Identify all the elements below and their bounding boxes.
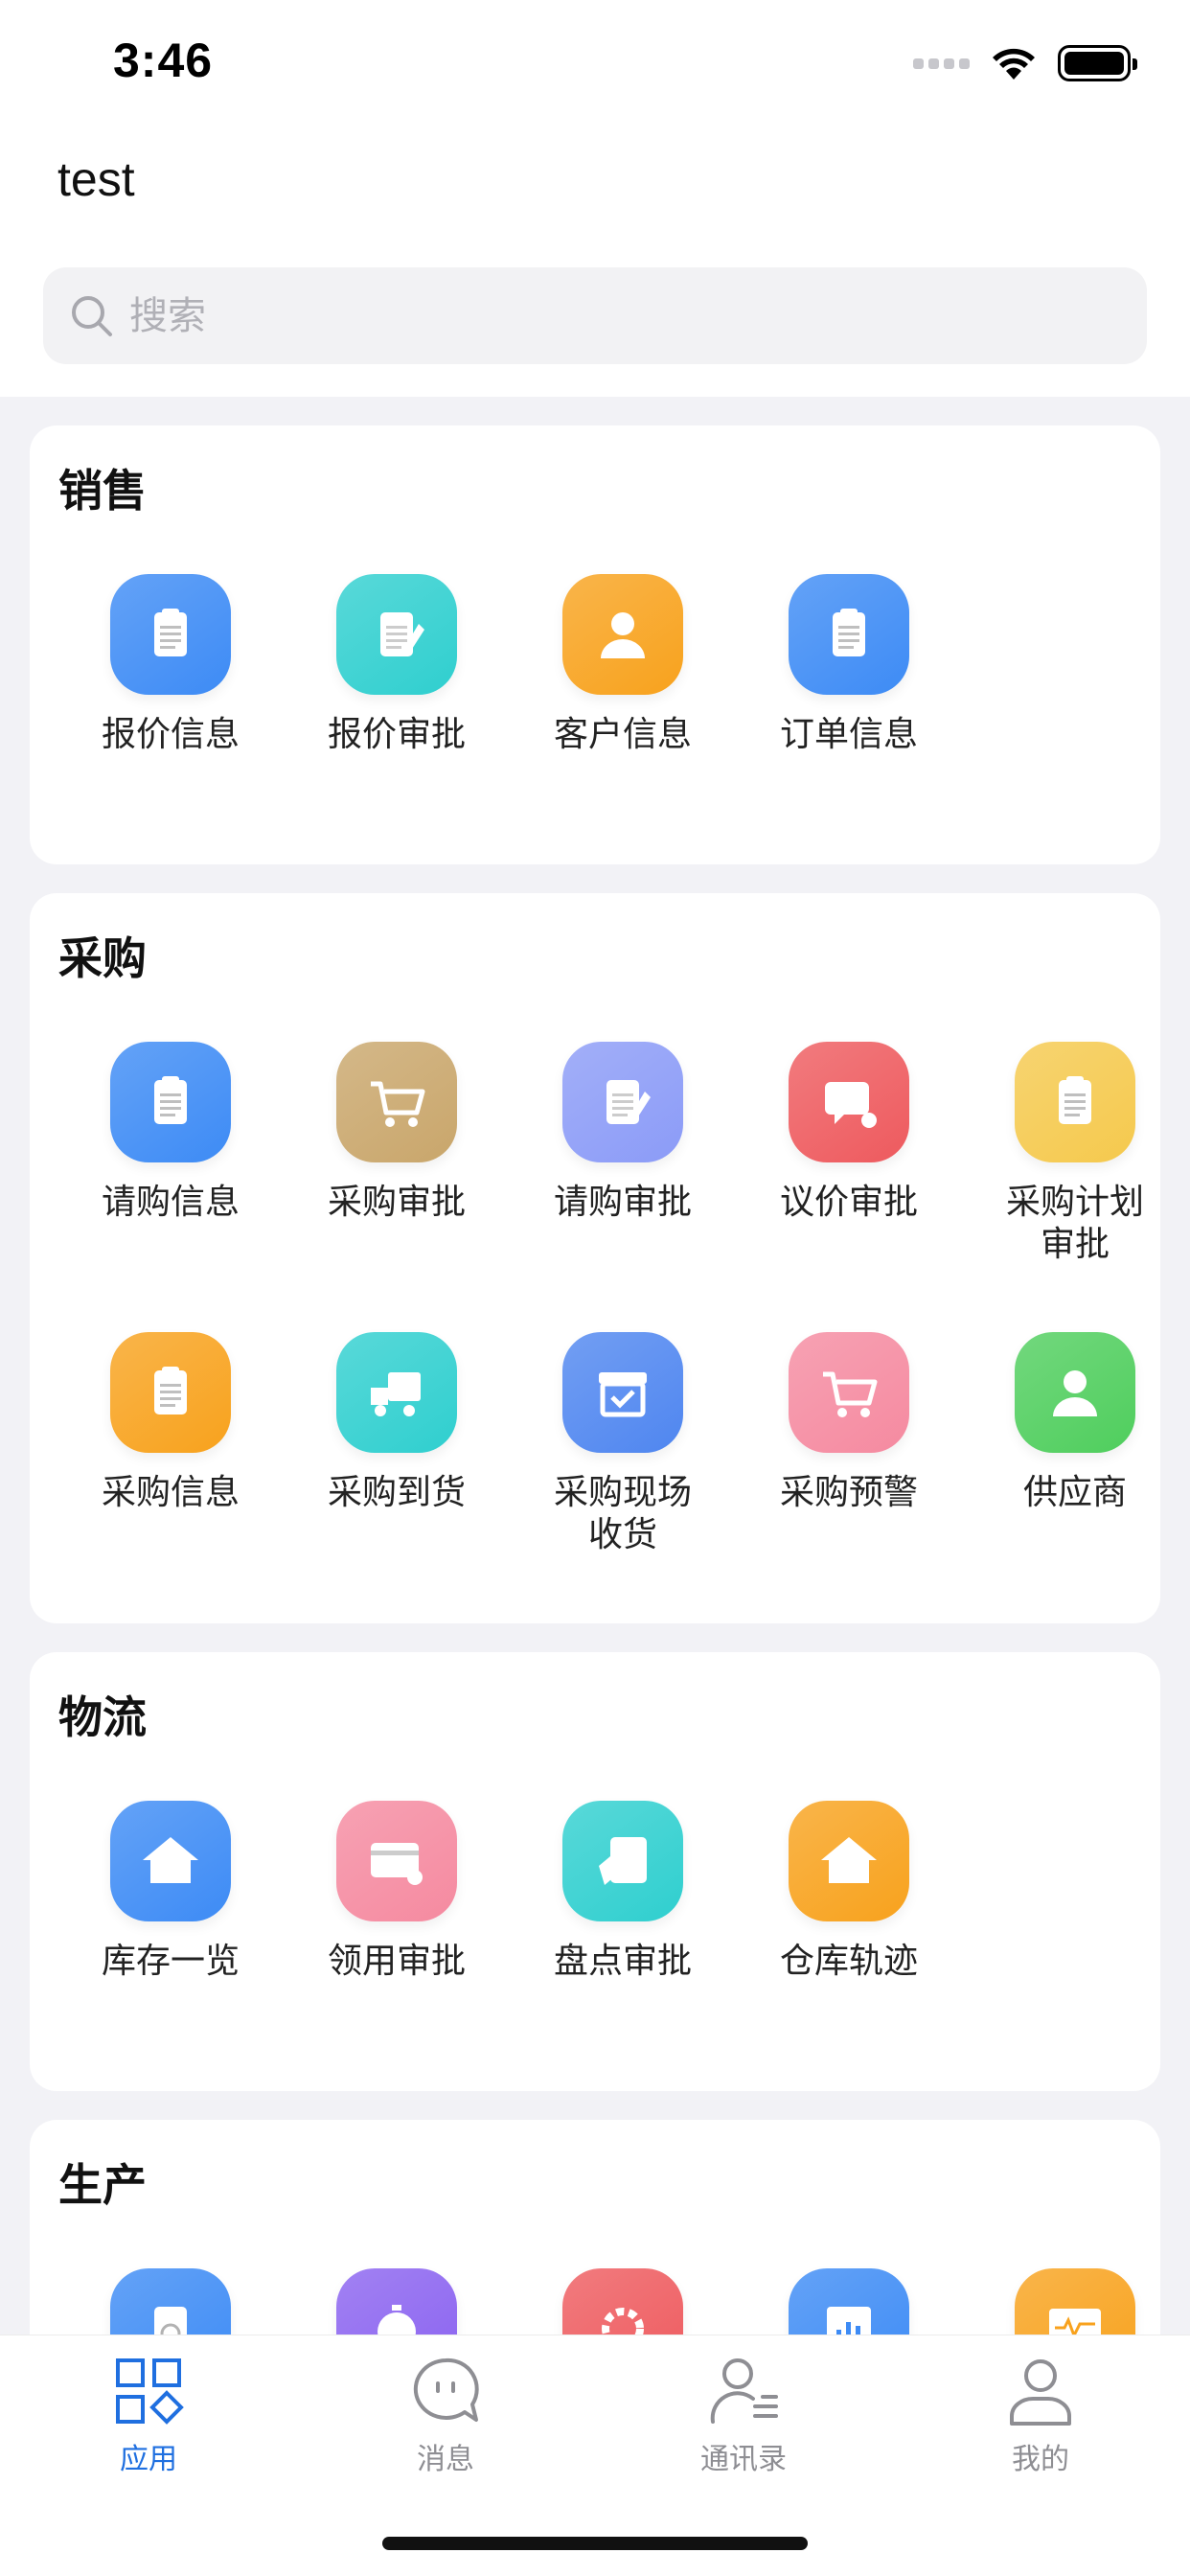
supplier-icon (1015, 1332, 1135, 1453)
inventory-check-icon (562, 1801, 683, 1921)
app-item-label: 采购计划 审批 (1005, 1183, 1144, 1264)
app-item-label: 采购现场 收货 (553, 1473, 692, 1554)
box-check-icon (562, 1332, 683, 1453)
truck-icon (336, 1332, 457, 1453)
warehouse-icon (110, 1801, 231, 1921)
customer-icon (562, 574, 683, 695)
battery-icon (1058, 45, 1137, 81)
app-item[interactable]: 盘点审批 (510, 1801, 736, 1983)
quote-doc-icon (110, 574, 231, 695)
search-bar[interactable] (43, 267, 1147, 364)
chat-icon (413, 2358, 479, 2422)
app-item[interactable]: 采购计划 审批 (962, 1042, 1160, 1266)
app-item-label: 盘点审批 (553, 1942, 692, 1981)
app-item-label: 采购审批 (327, 1183, 466, 1222)
app-item-label: 库存一览 (101, 1942, 240, 1981)
search-input[interactable] (129, 293, 992, 338)
profile-icon (1010, 2359, 1071, 2426)
app-item-label: 请购审批 (553, 1183, 692, 1222)
requisition-approve-icon (562, 1042, 683, 1162)
section-sales: 销售 报价信息 报价审批 客户信息 订单信息 (30, 426, 1160, 864)
contacts-icon (710, 2358, 778, 2424)
tab-contacts[interactable]: 通讯录 (648, 2353, 839, 2477)
search-icon (72, 295, 112, 336)
quote-approve-icon (336, 574, 457, 695)
app-item[interactable]: 订单信息 (736, 574, 962, 756)
tab-label: 通讯录 (700, 2443, 787, 2476)
card-approve-icon (336, 1801, 457, 1921)
warehouse-track-icon (789, 1801, 909, 1921)
app-item[interactable]: 报价信息 (57, 574, 284, 756)
tab-label: 我的 (1012, 2443, 1069, 2476)
app-item-label: 报价审批 (327, 715, 466, 754)
app-item[interactable]: 库存一览 (57, 1801, 284, 1983)
status-indicators (913, 42, 1137, 84)
app-item-label: 议价审批 (779, 1183, 918, 1222)
bargain-icon (789, 1042, 909, 1162)
status-time: 3:46 (113, 34, 214, 87)
app-item-label: 采购信息 (101, 1473, 240, 1512)
app-item[interactable]: 采购审批 (284, 1042, 510, 1224)
section-purchase: 采购 请购信息 采购审批 请购审批 议价审批 采购计划 审批 采购信息 采购到货 采购现场 收… (30, 893, 1160, 1623)
app-item[interactable]: 采购信息 (57, 1332, 284, 1514)
app-item-label: 请购信息 (101, 1183, 240, 1222)
user-name: test (57, 152, 135, 206)
section-logistics: 物流 库存一览 领用审批 盘点审批 仓库轨迹 (30, 1652, 1160, 2091)
app-item-label: 领用审批 (327, 1942, 466, 1981)
tab-label: 应用 (120, 2443, 177, 2476)
tab-apps[interactable]: 应用 (53, 2353, 244, 2477)
app-item[interactable]: 采购预警 (736, 1332, 962, 1514)
home-indicator (382, 2537, 808, 2550)
tab-profile[interactable]: 我的 (945, 2353, 1136, 2477)
app-item-label: 供应商 (1022, 1473, 1127, 1512)
cellular-signal-icon (913, 58, 970, 69)
app-item-label: 采购到货 (327, 1473, 466, 1512)
wifi-icon (993, 48, 1035, 80)
app-item-label: 仓库轨迹 (779, 1942, 918, 1981)
app-item[interactable]: 采购现场 收货 (510, 1332, 736, 1556)
app-item-label: 客户信息 (553, 715, 692, 754)
app-item[interactable]: 采购到货 (284, 1332, 510, 1514)
app-item[interactable]: 客户信息 (510, 574, 736, 756)
app-item-label: 报价信息 (101, 715, 240, 754)
order-doc-icon (789, 574, 909, 695)
app-item-label: 订单信息 (779, 715, 918, 754)
app-item-label: 采购预警 (779, 1473, 918, 1512)
app-item[interactable]: 报价审批 (284, 574, 510, 756)
plan-approve-icon (1015, 1042, 1135, 1162)
top-bar: 3:46 test (0, 0, 1190, 397)
app-item[interactable]: 请购审批 (510, 1042, 736, 1224)
tab-bar: 应用 消息 通讯录 我的 (0, 2334, 1190, 2576)
app-item[interactable]: 供应商 (962, 1332, 1160, 1514)
purchase-info-icon (110, 1332, 231, 1453)
apps-icon (116, 2358, 184, 2425)
cart-alert-icon (789, 1332, 909, 1453)
app-item[interactable]: 仓库轨迹 (736, 1801, 962, 1983)
app-item[interactable]: 请购信息 (57, 1042, 284, 1224)
app-item[interactable]: 议价审批 (736, 1042, 962, 1224)
requisition-doc-icon (110, 1042, 231, 1162)
app-item[interactable]: 领用审批 (284, 1801, 510, 1983)
cart-approve-icon (336, 1042, 457, 1162)
tab-label: 消息 (417, 2443, 474, 2476)
tab-messages[interactable]: 消息 (350, 2353, 541, 2477)
